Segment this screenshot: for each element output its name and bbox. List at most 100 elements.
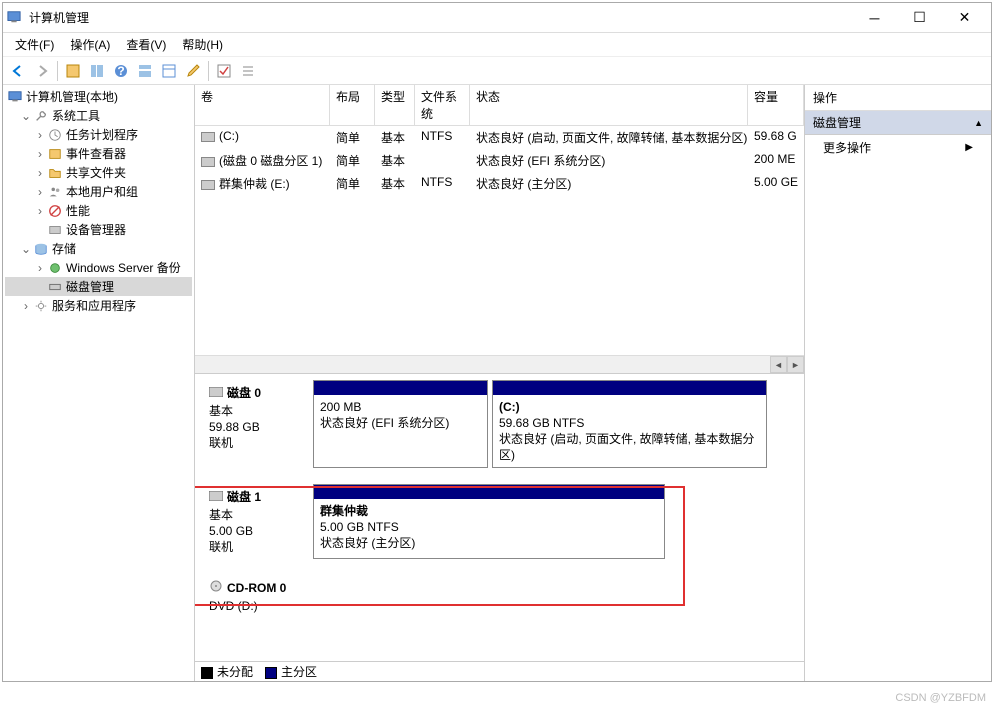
- tree-root[interactable]: 计算机管理(本地): [5, 87, 192, 106]
- actions-header: 操作: [805, 85, 991, 111]
- col-volume[interactable]: 卷: [195, 85, 330, 125]
- collapse-icon[interactable]: ⌄: [19, 242, 33, 256]
- tree-label: 服务和应用程序: [52, 297, 136, 314]
- disk-row: 磁盘 0 基本59.88 GB联机 200 MB 状态良好 (EFI 系统分区)…: [203, 380, 796, 468]
- disk-partition[interactable]: 200 MB 状态良好 (EFI 系统分区): [313, 380, 488, 468]
- tree-label: 本地用户和组: [66, 183, 138, 200]
- horizontal-scrollbar[interactable]: ◄ ►: [195, 355, 804, 373]
- volume-row[interactable]: (磁盘 0 磁盘分区 1) 简单 基本 状态良好 (EFI 系统分区) 200 …: [195, 149, 804, 172]
- tree-shared-folders[interactable]: ›共享文件夹: [5, 163, 192, 182]
- event-icon: [47, 146, 63, 162]
- submenu-icon: ▶: [965, 142, 973, 153]
- forward-button[interactable]: [31, 60, 53, 82]
- tools-icon: [33, 108, 49, 124]
- collapse-icon[interactable]: ⌄: [19, 109, 33, 123]
- actions-category-label: 磁盘管理: [813, 114, 861, 131]
- show-hide-button[interactable]: [62, 60, 84, 82]
- folder-icon: [47, 165, 63, 181]
- volume-row[interactable]: 群集仲裁 (E:) 简单 基本 NTFS 状态良好 (主分区) 5.00 GE: [195, 172, 804, 195]
- legend-primary: 主分区: [281, 665, 317, 679]
- tree-label: Windows Server 备份: [66, 259, 181, 276]
- svg-text:?: ?: [117, 64, 124, 78]
- col-type[interactable]: 类型: [375, 85, 415, 125]
- cdrom-sub: DVD (D:): [209, 598, 303, 614]
- disk-icon: [209, 490, 223, 504]
- storage-icon: [33, 241, 49, 257]
- legend: 未分配 主分区: [195, 661, 804, 681]
- expand-icon[interactable]: ›: [33, 204, 47, 218]
- col-layout[interactable]: 布局: [330, 85, 375, 125]
- expand-icon[interactable]: ›: [33, 166, 47, 180]
- tree-label: 设备管理器: [66, 221, 126, 238]
- toolbar: ?: [3, 57, 991, 85]
- window-title: 计算机管理: [29, 9, 852, 26]
- watermark: CSDN @YZBFDM: [895, 692, 986, 704]
- tree-panel: 计算机管理(本地) ⌄ 系统工具 › 任务计划程序 ›事件查看器 ›共享文件夹 ›…: [3, 85, 195, 681]
- columns-header: 卷 布局 类型 文件系统 状态 容量: [195, 85, 804, 126]
- backup-icon: [47, 260, 63, 276]
- expand-icon[interactable]: ›: [33, 261, 47, 275]
- actions-more-label: 更多操作: [823, 139, 871, 156]
- tree-services[interactable]: › 服务和应用程序: [5, 296, 192, 315]
- tree-label: 存储: [52, 240, 76, 257]
- device-icon: [47, 222, 63, 238]
- scroll-right-icon[interactable]: ►: [787, 356, 804, 373]
- actions-panel: 操作 磁盘管理 ▲ 更多操作 ▶: [805, 85, 991, 681]
- disk-partition[interactable]: (C:) 59.68 GB NTFS 状态良好 (启动, 页面文件, 故障转储,…: [492, 380, 767, 468]
- tree-performance[interactable]: ›性能: [5, 201, 192, 220]
- actions-category[interactable]: 磁盘管理 ▲: [805, 111, 991, 135]
- menu-file[interactable]: 文件(F): [7, 34, 62, 55]
- close-button[interactable]: ✕: [942, 4, 987, 32]
- tree-device-manager[interactable]: 设备管理器: [5, 220, 192, 239]
- col-filesystem[interactable]: 文件系统: [415, 85, 470, 125]
- disk-panel: 磁盘 0 基本59.88 GB联机 200 MB 状态良好 (EFI 系统分区)…: [195, 373, 804, 661]
- tree-server-backup[interactable]: › Windows Server 备份: [5, 258, 192, 277]
- col-capacity[interactable]: 容量: [748, 85, 804, 125]
- disk-header[interactable]: 磁盘 1 基本5.00 GB联机: [203, 484, 313, 559]
- performance-icon: [47, 203, 63, 219]
- tree-label: 系统工具: [52, 107, 100, 124]
- tree-event-viewer[interactable]: ›事件查看器: [5, 144, 192, 163]
- cdrom-icon: [209, 579, 223, 596]
- actions-more[interactable]: 更多操作 ▶: [805, 135, 991, 160]
- expand-icon[interactable]: ›: [33, 185, 47, 199]
- expand-icon[interactable]: ›: [33, 147, 47, 161]
- tree-system-tools[interactable]: ⌄ 系统工具: [5, 106, 192, 125]
- volume-list: 卷 布局 类型 文件系统 状态 容量 (C:) 简单 基本 NTFS 状态良好 …: [195, 85, 804, 355]
- scroll-left-icon[interactable]: ◄: [770, 356, 787, 373]
- disk-partition[interactable]: 群集仲裁 5.00 GB NTFS 状态良好 (主分区): [313, 484, 665, 559]
- tree-label: 任务计划程序: [66, 126, 138, 143]
- menu-view[interactable]: 查看(V): [118, 34, 174, 55]
- checkbox-button[interactable]: [213, 60, 235, 82]
- tree-disk-management[interactable]: 磁盘管理: [5, 277, 192, 296]
- tree-task-scheduler[interactable]: › 任务计划程序: [5, 125, 192, 144]
- users-icon: [47, 184, 63, 200]
- help-button[interactable]: ?: [110, 60, 132, 82]
- clock-icon: [47, 127, 63, 143]
- menubar: 文件(F) 操作(A) 查看(V) 帮助(H): [3, 33, 991, 57]
- menu-help[interactable]: 帮助(H): [174, 34, 231, 55]
- view-button-1[interactable]: [86, 60, 108, 82]
- view-button-2[interactable]: [134, 60, 156, 82]
- maximize-button[interactable]: ☐: [897, 4, 942, 32]
- tree-label: 计算机管理(本地): [26, 88, 118, 105]
- collapse-icon: ▲: [974, 118, 983, 128]
- tree-local-users[interactable]: › 本地用户和组: [5, 182, 192, 201]
- list-button[interactable]: [237, 60, 259, 82]
- cdrom-row[interactable]: CD-ROM 0 DVD (D:): [203, 575, 796, 618]
- services-icon: [33, 298, 49, 314]
- minimize-button[interactable]: ─: [852, 4, 897, 32]
- tree-storage[interactable]: ⌄ 存储: [5, 239, 192, 258]
- expand-icon[interactable]: ›: [19, 299, 33, 313]
- back-button[interactable]: [7, 60, 29, 82]
- legend-unallocated: 未分配: [217, 665, 253, 679]
- disk-header[interactable]: 磁盘 0 基本59.88 GB联机: [203, 380, 313, 468]
- view-button-3[interactable]: [158, 60, 180, 82]
- col-status[interactable]: 状态: [470, 85, 748, 125]
- swatch-primary: [265, 667, 277, 679]
- expand-icon[interactable]: ›: [33, 128, 47, 142]
- cdrom-name: CD-ROM 0: [227, 581, 286, 595]
- menu-action[interactable]: 操作(A): [62, 34, 118, 55]
- properties-button[interactable]: [182, 60, 204, 82]
- volume-row[interactable]: (C:) 简单 基本 NTFS 状态良好 (启动, 页面文件, 故障转储, 基本…: [195, 126, 804, 149]
